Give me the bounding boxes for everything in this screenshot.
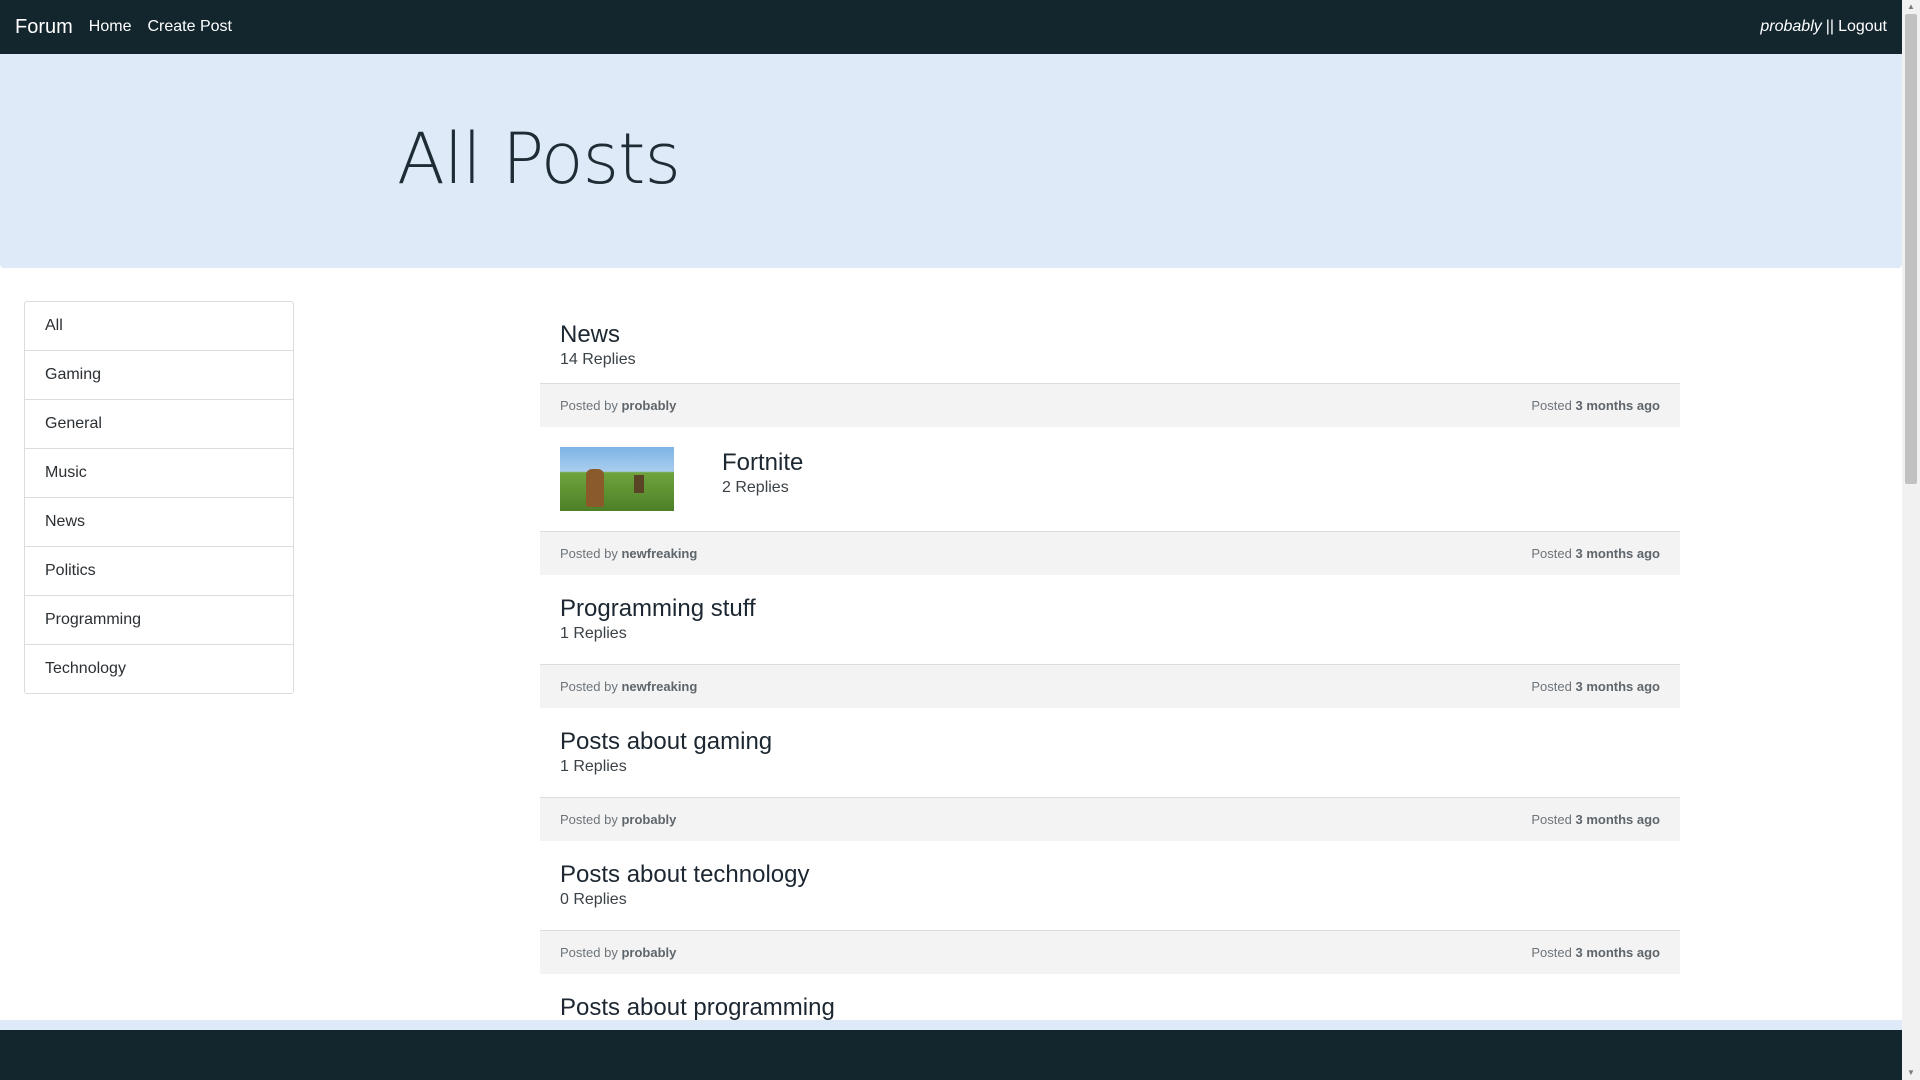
category-list: All Gaming General Music News Politics P…: [24, 301, 294, 694]
post-time: 3 months ago: [1575, 398, 1660, 413]
reply-count: 0 Replies: [560, 891, 627, 908]
post-body: Posts about technology 0 Replies: [540, 841, 1680, 930]
post-meta-bar: Posted by probably Posted 3 months ago: [540, 383, 1680, 427]
category-label: Gaming: [45, 366, 102, 383]
post-time: 3 months ago: [1575, 546, 1660, 561]
post-meta-bar: Posted by newfreaking Posted 3 months ag…: [540, 531, 1680, 575]
category-label: Programming: [45, 611, 142, 628]
reply-count: 14 Replies: [560, 351, 636, 368]
posted-label: Posted: [1531, 679, 1572, 694]
top-navbar: Forum Home Create Post probably || Logou…: [0, 0, 1902, 54]
reply-count: 1 Replies: [560, 625, 627, 642]
author-info: Posted by newfreaking: [560, 546, 697, 561]
page-footer: [0, 1030, 1902, 1080]
nav-create-post-link[interactable]: Create Post: [147, 18, 231, 36]
thumbnail-figure: [634, 475, 644, 493]
post-body: News 14 Replies: [540, 301, 1680, 383]
posted-by-label: Posted by: [560, 398, 618, 413]
category-item-music[interactable]: Music: [25, 448, 293, 497]
post-time: 3 months ago: [1575, 945, 1660, 960]
category-label: General: [45, 415, 102, 432]
reply-count: 1 Replies: [560, 758, 627, 775]
reply-count: 2 Replies: [722, 479, 789, 496]
post-time: 3 months ago: [1575, 812, 1660, 827]
posted-by-label: Posted by: [560, 679, 618, 694]
page-header: All Posts: [0, 54, 1902, 268]
post-title-link[interactable]: Posts about gaming: [560, 728, 772, 756]
posted-label: Posted: [1531, 812, 1572, 827]
page-title: All Posts: [397, 118, 681, 200]
nav-home-link[interactable]: Home: [89, 18, 132, 36]
footer-band: [0, 1020, 1902, 1030]
category-label: Politics: [45, 562, 96, 579]
logout-link[interactable]: Logout: [1838, 18, 1887, 36]
scrollbar-thumb[interactable]: [1905, 14, 1917, 484]
posted-label: Posted: [1531, 546, 1572, 561]
post-time-info: Posted 3 months ago: [1531, 546, 1660, 561]
posted-label: Posted: [1531, 945, 1572, 960]
post-card: Posts about gaming 1 Replies Posted by p…: [540, 708, 1680, 841]
post-card: Posts about technology 0 Replies Posted …: [540, 841, 1680, 974]
post-meta-bar: Posted by probably Posted 3 months ago: [540, 930, 1680, 974]
post-card: News 14 Replies Posted by probably Poste…: [540, 301, 1680, 427]
category-item-general[interactable]: General: [25, 399, 293, 448]
post-meta-bar: Posted by newfreaking Posted 3 months ag…: [540, 664, 1680, 708]
post-title-link[interactable]: Fortnite: [722, 449, 803, 477]
category-item-programming[interactable]: Programming: [25, 595, 293, 644]
post-body: Posts about gaming 1 Replies: [540, 708, 1680, 797]
category-label: News: [45, 513, 86, 530]
category-item-all[interactable]: All: [25, 302, 293, 350]
user-menu: probably || Logout: [1760, 18, 1887, 36]
posted-by-label: Posted by: [560, 812, 618, 827]
post-title-link[interactable]: News: [560, 321, 636, 349]
thumbnail-character: [586, 469, 604, 507]
post-card: Fortnite 2 Replies Posted by newfreaking…: [540, 427, 1680, 575]
author-info: Posted by probably: [560, 812, 676, 827]
posted-by-label: Posted by: [560, 546, 618, 561]
category-label: All: [45, 317, 63, 334]
author-name[interactable]: newfreaking: [621, 679, 697, 694]
vertical-scrollbar[interactable]: ▲ ▼: [1902, 0, 1920, 1080]
username-label[interactable]: probably: [1760, 18, 1821, 36]
category-label: Technology: [45, 660, 126, 677]
post-title-link[interactable]: Posts about technology: [560, 861, 810, 889]
posted-by-label: Posted by: [560, 945, 618, 960]
brand-link[interactable]: Forum: [15, 16, 73, 39]
post-body: Fortnite 2 Replies: [540, 427, 1680, 531]
post-time-info: Posted 3 months ago: [1531, 812, 1660, 827]
post-title-link[interactable]: Programming stuff: [560, 595, 756, 623]
category-label: Music: [45, 464, 87, 481]
scroll-up-arrow-icon[interactable]: ▲: [1902, 0, 1920, 14]
post-list: News 14 Replies Posted by probably Poste…: [540, 301, 1680, 1042]
author-name[interactable]: probably: [621, 945, 676, 960]
post-time: 3 months ago: [1575, 679, 1660, 694]
author-name[interactable]: newfreaking: [621, 546, 697, 561]
category-item-gaming[interactable]: Gaming: [25, 350, 293, 399]
author-name[interactable]: probably: [621, 398, 676, 413]
post-time-info: Posted 3 months ago: [1531, 679, 1660, 694]
post-card: Programming stuff 1 Replies Posted by ne…: [540, 575, 1680, 708]
author-info: Posted by probably: [560, 398, 676, 413]
category-item-news[interactable]: News: [25, 497, 293, 546]
post-body: Programming stuff 1 Replies: [540, 575, 1680, 664]
category-item-politics[interactable]: Politics: [25, 546, 293, 595]
author-name[interactable]: probably: [621, 812, 676, 827]
nav-separator: ||: [1825, 18, 1835, 35]
post-thumbnail[interactable]: [560, 447, 674, 511]
post-title-link[interactable]: Posts about programming: [560, 994, 835, 1022]
post-meta-bar: Posted by probably Posted 3 months ago: [540, 797, 1680, 841]
post-time-info: Posted 3 months ago: [1531, 945, 1660, 960]
category-item-technology[interactable]: Technology: [25, 644, 293, 693]
author-info: Posted by newfreaking: [560, 679, 697, 694]
posted-label: Posted: [1531, 398, 1572, 413]
author-info: Posted by probably: [560, 945, 676, 960]
post-time-info: Posted 3 months ago: [1531, 398, 1660, 413]
scroll-down-arrow-icon[interactable]: ▼: [1902, 1066, 1920, 1080]
